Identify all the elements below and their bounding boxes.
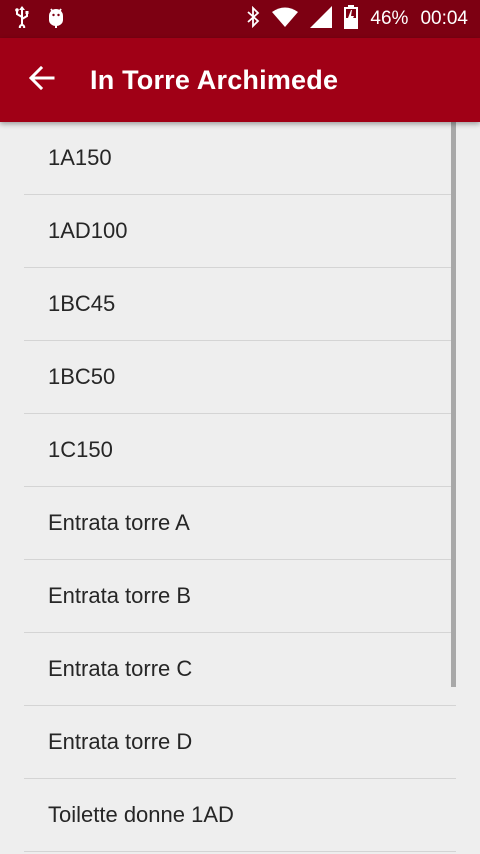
list-item-label: 1C150	[48, 437, 113, 462]
list-item-label: 1A150	[48, 145, 112, 170]
arrow-back-icon	[28, 65, 55, 96]
page-title: In Torre Archimede	[90, 64, 339, 95]
back-button[interactable]	[0, 38, 84, 122]
list-item[interactable]: 1A150	[24, 122, 456, 195]
list-item-label: Entrata torre A	[48, 510, 190, 535]
android-debug-icon	[46, 5, 66, 34]
list-item[interactable]: 1AD100	[24, 195, 456, 268]
list-item[interactable]: Toilette donne 1AD	[24, 779, 456, 852]
battery-icon	[344, 4, 359, 34]
usb-icon	[14, 5, 30, 33]
list-item-label: 1AD100	[48, 218, 128, 243]
location-list[interactable]: 1A150 1AD100 1BC45 1BC50 1C150 Entrata t…	[0, 122, 480, 854]
list-item[interactable]: 1BC45	[24, 268, 456, 341]
list-item[interactable]: 1C150	[24, 414, 456, 487]
app-bar: In Torre Archimede	[0, 38, 480, 122]
list-item[interactable]: 1BC50	[24, 341, 456, 414]
list-item[interactable]: Entrata torre C	[24, 633, 456, 706]
list-item-label: Entrata torre C	[48, 656, 193, 681]
status-right-icons: 46% 00:04	[246, 4, 468, 34]
list-item-label: 1BC45	[48, 291, 116, 316]
status-bar: 46% 00:04	[0, 0, 480, 38]
list-item[interactable]: Entrata torre B	[24, 560, 456, 633]
bluetooth-icon	[246, 5, 260, 33]
wifi-icon	[272, 7, 299, 32]
list-item-label: Entrata torre B	[48, 583, 192, 608]
list-item-label: Toilette donne 1AD	[48, 802, 234, 827]
scrollbar[interactable]	[451, 122, 456, 687]
cell-signal-icon	[310, 5, 333, 33]
list-item-label: 1BC50	[48, 364, 116, 389]
list-item[interactable]: Entrata torre A	[24, 487, 456, 560]
status-left-icons	[14, 5, 66, 34]
clock-time: 00:04	[420, 8, 468, 29]
list-item-label: Entrata torre D	[48, 729, 193, 754]
battery-percent: 46%	[370, 8, 409, 29]
list-item[interactable]: Entrata torre D	[24, 706, 456, 779]
